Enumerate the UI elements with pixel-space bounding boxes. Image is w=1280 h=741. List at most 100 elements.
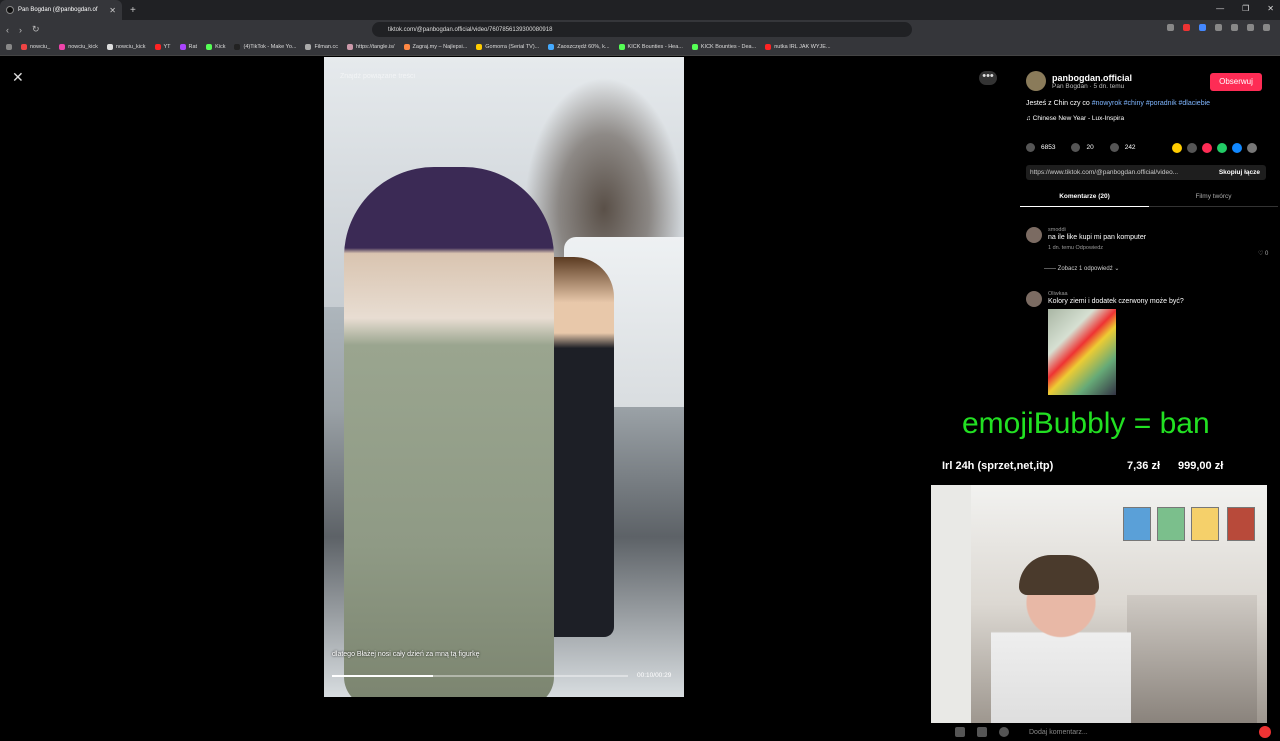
new-tab-icon[interactable]: + — [130, 5, 136, 16]
description-hashtags[interactable]: #nowyrok #chiny #poradnik #dlaciebie — [1092, 100, 1210, 107]
heart-icon — [1026, 143, 1035, 152]
author-username[interactable]: panbogdan.official — [1052, 73, 1132, 83]
bookmark-item[interactable]: YT — [154, 44, 171, 50]
video-time: 00:10/00:29 — [637, 672, 672, 679]
share-arrow-icon[interactable] — [1247, 143, 1257, 153]
video-progress-bar[interactable] — [332, 675, 628, 677]
tiktok-favicon-icon — [6, 6, 14, 14]
goal-target: 999,00 zł — [1178, 460, 1224, 472]
progress-fill — [332, 675, 433, 677]
comment-text: na ile like kupi mi pan komputer — [1048, 234, 1147, 241]
bookmark-item[interactable]: KICK Bounties - Dea... — [691, 44, 756, 50]
tab-title: Pan Bogdan (@panbogdan.of — [18, 7, 98, 13]
comment-meta[interactable]: 1 dn. temu Odpowiedz — [1048, 245, 1146, 251]
bookmark-item[interactable]: nutka IRL JAK WYJE... — [765, 44, 831, 50]
comment-button[interactable]: 20 — [1071, 143, 1094, 152]
bookmark-icon — [1109, 143, 1119, 152]
address-bar[interactable]: tiktok.com/@panbogdan.official/video/760… — [372, 22, 912, 37]
bookmark-item[interactable]: Zaoszczędź 60%, k... — [548, 44, 610, 50]
engagement-stats: 6853 20 242 — [1026, 143, 1136, 152]
related-search-hint[interactable]: Znajdź powiązane treści — [340, 73, 415, 80]
tab-comments[interactable]: Komentarze (20) — [1020, 191, 1149, 207]
bookmark-item[interactable]: Gomorra (Serial TV)... — [476, 44, 539, 50]
embed-icon[interactable] — [1187, 143, 1197, 153]
friends-share-icon[interactable] — [1172, 143, 1182, 153]
video-link-box: https://www.tiktok.com/@panbogdan.offici… — [1026, 165, 1266, 180]
menu-icon[interactable] — [1263, 24, 1270, 31]
save-count: 242 — [1124, 144, 1136, 151]
maximize-icon[interactable]: ❐ — [1242, 4, 1249, 13]
extensions-area — [1167, 24, 1270, 31]
wall-painting — [1123, 507, 1151, 541]
close-tab-icon[interactable]: ✕ — [109, 6, 116, 15]
window-controls: — ❐ ✕ — [1216, 4, 1274, 13]
bookmark-item[interactable]: Filman.cc — [305, 44, 338, 50]
close-window-icon[interactable]: ✕ — [1267, 4, 1274, 13]
stream-goal-bar: Irl 24h (sprzet,net,itp) 7,36 zł 999,00 … — [942, 460, 1223, 472]
reload-icon[interactable]: ↻ — [32, 24, 40, 35]
bookmark-item[interactable]: Kick — [206, 44, 225, 50]
pip-icon[interactable] — [955, 727, 965, 737]
add-comment-input[interactable]: Dodaj komentarz... — [1029, 729, 1088, 736]
video-link[interactable]: https://www.tiktok.com/@panbogdan.offici… — [1030, 169, 1178, 176]
panel-tabs: Komentarze (20) Filmy twórcy — [1020, 191, 1278, 207]
comment-text: Kolory ziemi i dodatek czerwony może być… — [1048, 298, 1184, 305]
tab-creator-videos[interactable]: Filmy twórcy — [1149, 191, 1278, 207]
extension-icon[interactable] — [1167, 24, 1174, 31]
extension-icon[interactable] — [1215, 24, 1222, 31]
avatar[interactable] — [1026, 71, 1046, 91]
commenter-name[interactable]: smoddi — [1048, 227, 1146, 233]
share-options — [1172, 143, 1257, 153]
comment-like-count[interactable]: ♡ 0 — [1258, 250, 1268, 257]
browser-tabstrip: Pan Bogdan (@panbogdan.of ✕ + — ❐ ✕ — [0, 0, 1280, 20]
back-icon[interactable]: ‹ — [6, 25, 9, 35]
commenter-avatar[interactable] — [1026, 291, 1042, 307]
browser-tab[interactable]: Pan Bogdan (@panbogdan.of ✕ — [0, 0, 122, 20]
bookmark-item[interactable]: Zagraj.my – Najlepsi... — [403, 44, 467, 50]
bookmark-item[interactable]: nowciu_ — [21, 44, 50, 50]
goal-label: Irl 24h (sprzet,net,itp) — [942, 460, 1054, 472]
bookmark-item[interactable]: KICK Bounties - Hea... — [618, 44, 683, 50]
music-link[interactable]: ♫ Chinese New Year - Lux-Inspira — [1026, 115, 1124, 122]
comment-input-bar: Dodaj komentarz... — [955, 723, 1275, 741]
facebook-icon[interactable] — [1232, 143, 1242, 153]
minimize-icon[interactable]: — — [1216, 4, 1224, 13]
copy-link-button[interactable]: Skopiuj łącze — [1219, 169, 1266, 176]
webcam-door — [931, 485, 971, 723]
webcam-overlay — [931, 485, 1267, 723]
more-options-icon[interactable]: ••• — [979, 71, 997, 85]
browser-toolbar: ‹ › ↻ tiktok.com/@panbogdan.official/vid… — [0, 20, 1280, 39]
like-button[interactable]: 6853 — [1026, 143, 1055, 152]
extension-icon[interactable] — [1231, 24, 1238, 31]
bookmark-item[interactable]: nowciu_kick — [59, 44, 98, 50]
bookmark-item[interactable]: (4)TikTok - Make Yo... — [234, 44, 296, 50]
video-player[interactable]: Znajdź powiązane treści dlatego Błażej n… — [324, 57, 684, 697]
whatsapp-icon[interactable] — [1217, 143, 1227, 153]
commenter-name[interactable]: Oliwkaa — [1048, 291, 1184, 297]
apps-icon[interactable] — [6, 44, 12, 50]
follow-button[interactable]: Obserwuj — [1210, 73, 1262, 91]
stream-overlay-banner: emojiBubbly = ban — [962, 407, 1210, 440]
close-video-icon[interactable]: ✕ — [12, 69, 24, 86]
video-caption: dlatego Błażej nosi cały dzień za mną tą… — [332, 651, 480, 658]
comment-icon — [1071, 143, 1081, 152]
forward-icon[interactable]: › — [19, 25, 22, 35]
direct-share-icon[interactable] — [1202, 143, 1212, 153]
comment-image[interactable] — [1048, 309, 1116, 395]
bookmark-item[interactable]: Rat — [179, 44, 197, 50]
extension-icon[interactable] — [1199, 24, 1206, 31]
view-replies-link[interactable]: —— Zobacz 1 odpowiedź ⌄ — [1044, 265, 1119, 272]
save-button[interactable]: 242 — [1109, 143, 1136, 152]
comment-item: smoddi na ile like kupi mi pan komputer … — [1026, 227, 1146, 251]
send-icon[interactable] — [1259, 726, 1271, 738]
author-info: panbogdan.official Pan Bogdan · 5 dn. te… — [1026, 71, 1132, 91]
goal-amount: 7,36 zł — [1127, 460, 1161, 472]
video-person-hoodie — [344, 167, 554, 697]
volume-icon[interactable] — [977, 727, 987, 737]
bookmark-item[interactable]: nowciu_kick — [106, 44, 146, 50]
like-count: 6853 — [1041, 144, 1056, 151]
bookmark-item[interactable]: https://tangle.is/ — [347, 44, 395, 50]
extension-icon[interactable] — [1247, 24, 1254, 31]
commenter-avatar[interactable] — [1026, 227, 1042, 243]
extension-icon[interactable] — [1183, 24, 1190, 31]
